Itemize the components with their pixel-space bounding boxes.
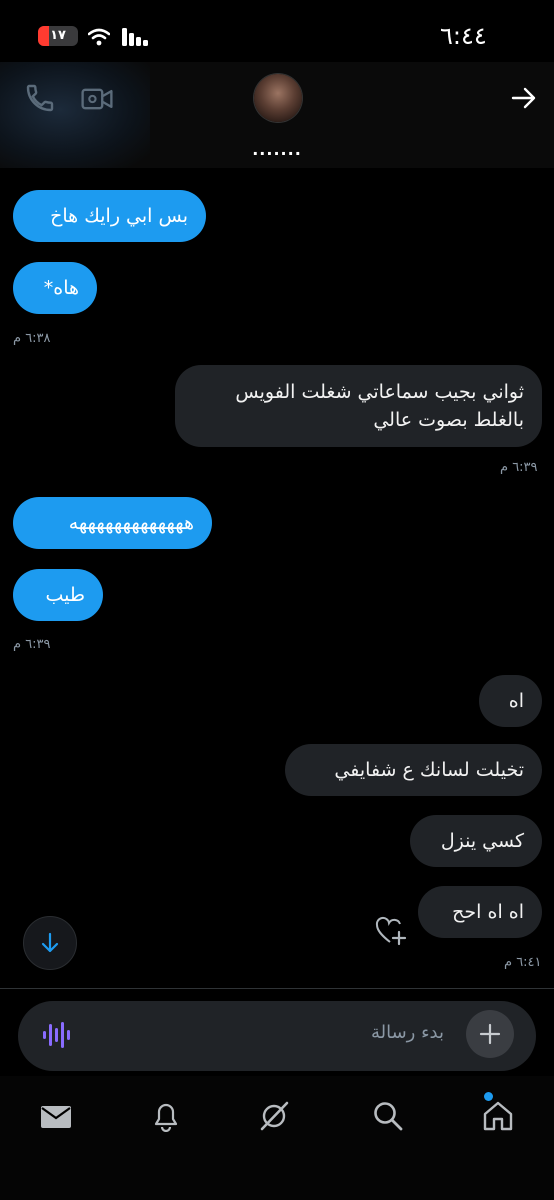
wifi-icon: [88, 28, 110, 46]
home-icon[interactable]: [482, 1100, 514, 1132]
notifications-icon[interactable]: [152, 1100, 180, 1132]
message-bubble-incoming[interactable]: طيب: [13, 569, 103, 621]
forward-arrow-icon[interactable]: [510, 86, 538, 110]
add-icon: [479, 1023, 501, 1045]
scroll-to-bottom-button[interactable]: [23, 916, 77, 970]
message-bubble-incoming[interactable]: هاه*: [13, 262, 97, 314]
voice-waveform-icon[interactable]: [42, 1021, 72, 1049]
bottom-tab-bar: [0, 1076, 554, 1200]
divider: [0, 988, 554, 989]
message-timestamp: ٦:٣٩ م: [500, 460, 538, 475]
message-composer[interactable]: [18, 1001, 536, 1071]
avatar[interactable]: [254, 74, 302, 122]
battery-level: ١٧: [50, 28, 66, 43]
message-bubble-incoming[interactable]: بس ابي رايك هاخ: [13, 190, 206, 242]
message-bubble-outgoing[interactable]: اه اه احح: [418, 886, 542, 938]
message-input[interactable]: بدء رسالة: [320, 1022, 444, 1043]
message-bubble-incoming[interactable]: هههههههههههههه: [13, 497, 212, 549]
message-bubble-outgoing[interactable]: ثواني بجيب سماعاتي شغلت الفويس بالغلط بص…: [175, 365, 542, 447]
battery-icon: ١٧: [38, 26, 78, 46]
message-timestamp: ٦:٣٨ م: [13, 331, 51, 346]
add-attachment-button[interactable]: [466, 1010, 514, 1058]
search-icon[interactable]: [372, 1100, 404, 1132]
message-bubble-outgoing[interactable]: كسي ينزل: [410, 815, 542, 867]
message-timestamp: ٦:٣٩ م: [13, 637, 51, 652]
arrow-down-icon: [41, 932, 59, 953]
notification-dot: [484, 1092, 493, 1101]
message-bubble-outgoing[interactable]: اه: [479, 675, 542, 727]
message-bubble-outgoing[interactable]: تخيلت لسانك ع شفايفي: [285, 744, 542, 796]
grok-icon[interactable]: [258, 1100, 290, 1132]
messages-icon[interactable]: [40, 1105, 72, 1129]
video-call-icon[interactable]: [80, 84, 114, 114]
status-time: ٦:٤٤: [440, 22, 487, 50]
header-actions: [0, 62, 150, 168]
contact-name[interactable]: .......: [227, 140, 327, 159]
add-reaction-icon[interactable]: [375, 916, 407, 946]
message-timestamp: ٦:٤١ م: [504, 955, 542, 970]
phone-icon[interactable]: [24, 82, 56, 114]
signal-icon: [122, 28, 148, 46]
